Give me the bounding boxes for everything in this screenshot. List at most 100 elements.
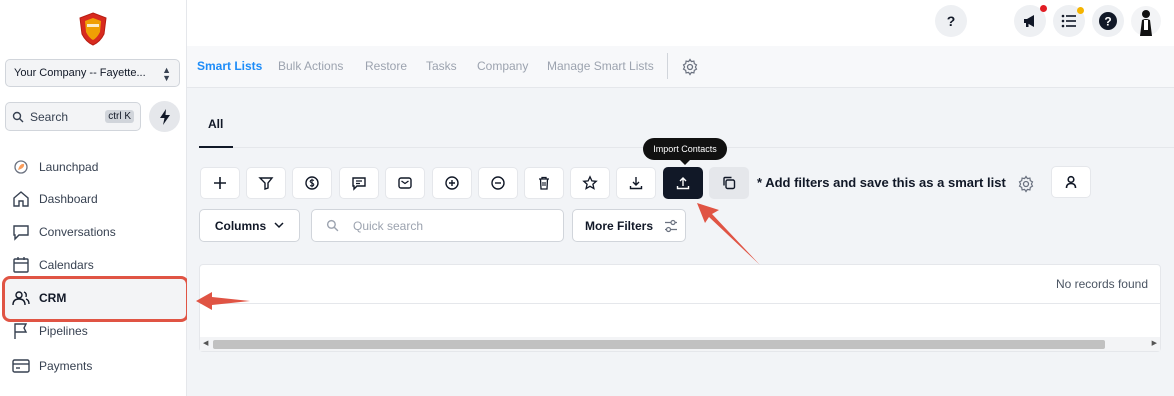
chat-icon (13, 225, 29, 241)
campaign-button[interactable] (292, 167, 332, 199)
person-filter-button[interactable] (1051, 166, 1091, 198)
user-avatar[interactable] (1130, 5, 1162, 37)
star-icon (582, 175, 598, 190)
sidebar-item-payments[interactable]: Payments (11, 354, 92, 378)
columns-label: Columns (214, 218, 267, 233)
pipeline-button[interactable] (246, 167, 286, 199)
list-icon (1061, 14, 1076, 28)
sliders-icon (665, 219, 678, 232)
sidebar-item-label: CRM (39, 291, 67, 305)
sidebar-item-label: Pipelines (39, 324, 88, 338)
tab-company[interactable]: Company (477, 59, 528, 73)
user-icon (1065, 175, 1077, 189)
remove-tag-button[interactable] (478, 167, 518, 199)
home-icon (13, 191, 29, 207)
dollar-circle-icon (305, 176, 319, 190)
search-label: Search (30, 109, 69, 124)
sidebar-item-label: Dashboard (39, 192, 98, 206)
chevron-down-icon (274, 222, 284, 229)
tab-bulk-actions[interactable]: Bulk Actions (278, 59, 343, 73)
tab-manage-smart-lists[interactable]: Manage Smart Lists (547, 59, 654, 73)
tab-divider (667, 53, 668, 79)
sidebar-search[interactable]: Search ctrl K (5, 102, 141, 131)
lightning-icon (159, 108, 170, 125)
filter-icon (258, 177, 274, 190)
sidebar-item-conversations[interactable]: Conversations (11, 220, 116, 244)
contacts-table: No records found ◀ ▶ (199, 264, 1161, 352)
upload-icon (676, 177, 690, 190)
question-circle-icon: ? (1099, 12, 1117, 30)
sidebar-item-launchpad[interactable]: Launchpad (11, 155, 98, 179)
pending-dot (1077, 7, 1084, 14)
more-filters-label: More Filters (585, 218, 654, 233)
tab-tasks[interactable]: Tasks (426, 59, 457, 73)
quick-search-input[interactable]: Quick search (311, 209, 564, 242)
company-selector[interactable]: Your Company -- Fayette... ▲ ▼ (5, 59, 180, 87)
tab-restore[interactable]: Restore (365, 59, 407, 73)
search-icon (326, 219, 339, 232)
import-contacts-tooltip: Import Contacts (643, 138, 727, 165)
trash-icon (539, 176, 549, 190)
message-icon (352, 177, 366, 191)
send-sms-button[interactable] (339, 167, 379, 199)
search-shortcut: ctrl K (105, 110, 134, 123)
help-button[interactable]: ? (935, 5, 967, 37)
sidebar-item-calendars[interactable]: Calendars (11, 253, 94, 277)
credit-card-icon (12, 359, 30, 373)
sidebar-item-label: Launchpad (39, 160, 99, 174)
avatar-icon (1131, 6, 1161, 36)
quick-search-placeholder: Quick search (353, 218, 424, 233)
flag-icon (14, 323, 28, 339)
megaphone-icon (1024, 15, 1034, 27)
sidebar-item-label: Calendars (39, 258, 94, 272)
rocket-icon (14, 160, 28, 174)
mail-icon (398, 177, 412, 189)
download-icon (629, 177, 643, 190)
quick-actions-button[interactable] (149, 101, 180, 132)
tab-smart-lists[interactable]: Smart Lists (197, 59, 262, 73)
chevron-updown-icon: ▲ ▼ (162, 65, 171, 83)
copy-icon (723, 176, 736, 190)
columns-button[interactable]: Columns (199, 209, 300, 242)
sidebar-item-label: Payments (39, 359, 93, 373)
merge-duplicates-button[interactable] (709, 167, 749, 199)
minus-circle-icon (491, 176, 505, 190)
empty-state-text: No records found (1055, 277, 1148, 291)
add-contact-button[interactable] (200, 167, 240, 199)
add-tag-button[interactable] (432, 167, 472, 199)
company-name: Your Company -- Fayette... (14, 67, 146, 79)
send-email-button[interactable] (385, 167, 425, 199)
sidebar-item-dashboard[interactable]: Dashboard (11, 187, 98, 211)
notification-dot (1040, 5, 1047, 12)
sidebar: Your Company -- Fayette... ▲ ▼ Search ctr… (0, 0, 189, 396)
delete-button[interactable] (524, 167, 564, 199)
settings-gear-icon[interactable] (1017, 175, 1035, 193)
subtab-active-indicator (199, 146, 233, 148)
table-divider (200, 303, 1160, 304)
plus-icon (214, 177, 226, 189)
search-icon (12, 111, 24, 122)
top-bar: ? ? (187, 0, 1174, 46)
scrollbar-thumb[interactable] (213, 340, 1105, 349)
help-label: ? (946, 13, 956, 29)
svg-text:?: ? (1104, 15, 1111, 29)
users-icon (12, 291, 30, 306)
support-button[interactable]: ? (1092, 5, 1124, 37)
sidebar-item-label: Conversations (39, 225, 116, 239)
sidebar-item-crm[interactable]: CRM (11, 286, 66, 310)
subtab-all[interactable]: All (208, 117, 223, 131)
section-tabs: Smart Lists Bulk Actions Restore Tasks C… (187, 46, 1174, 88)
scroll-right-arrow[interactable]: ▶ (1152, 339, 1157, 347)
export-contacts-button[interactable] (616, 167, 656, 199)
review-request-button[interactable] (570, 167, 610, 199)
gear-icon[interactable] (681, 58, 699, 76)
calendar-icon (13, 257, 29, 273)
more-filters-button[interactable]: More Filters (572, 209, 686, 242)
smart-list-hint: * Add filters and save this as a smart l… (757, 175, 1006, 190)
plus-circle-icon (445, 176, 459, 190)
company-logo (79, 12, 107, 46)
import-contacts-button[interactable] (663, 167, 703, 199)
app-root: Your Company -- Fayette... ▲ ▼ Search ctr… (0, 0, 1174, 396)
scroll-left-arrow[interactable]: ◀ (203, 339, 208, 347)
sidebar-item-pipelines[interactable]: Pipelines (11, 319, 88, 343)
